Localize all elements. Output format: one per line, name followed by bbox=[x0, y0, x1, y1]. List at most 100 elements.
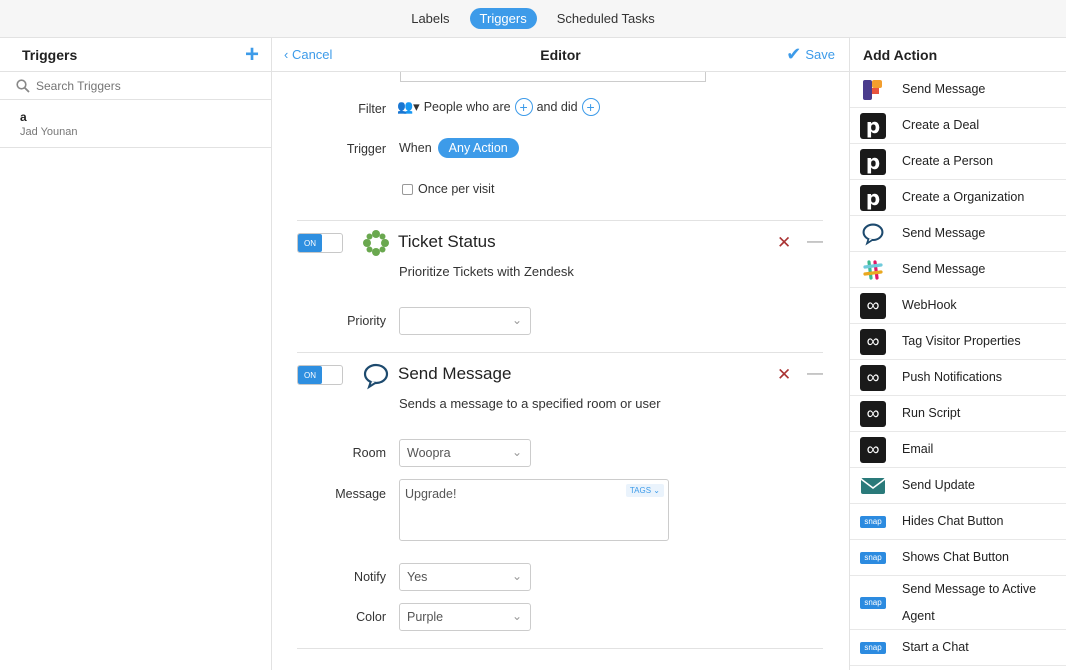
woopra-icon: ∞ bbox=[860, 328, 886, 355]
send-message-title: Send Message bbox=[398, 364, 512, 383]
action-item[interactable]: ∞ Email bbox=[850, 432, 1066, 468]
add-action-title: Add Action bbox=[863, 46, 938, 63]
room-select[interactable]: Woopra ⌄ bbox=[399, 439, 531, 467]
notify-select[interactable]: Yes ⌄ bbox=[399, 563, 531, 591]
action-label: Email bbox=[902, 442, 934, 456]
add-property-filter-button[interactable]: + bbox=[514, 98, 533, 116]
action-item[interactable]: Send Update bbox=[850, 468, 1066, 504]
search-icon bbox=[16, 78, 30, 93]
snap-icon: snap bbox=[860, 551, 886, 564]
room-value: Woopra bbox=[407, 446, 451, 460]
color-select[interactable]: Purple ⌄ bbox=[399, 603, 531, 631]
save-button[interactable]: ✔ Save bbox=[786, 44, 835, 65]
search-bar bbox=[0, 72, 271, 100]
message-label: Message bbox=[335, 487, 386, 501]
editor-header: ‹ Cancel Editor ✔ Save bbox=[272, 38, 849, 72]
cancel-label: Cancel bbox=[291, 47, 333, 62]
pipedrive-icon: p bbox=[860, 112, 886, 139]
tags-label: TAGS bbox=[629, 486, 652, 495]
people-who-are-text: People who are bbox=[423, 100, 511, 114]
once-per-visit-row: Once per visit bbox=[402, 182, 494, 196]
action-item[interactable]: Send Message bbox=[850, 72, 1066, 108]
remove-send-message-button[interactable]: ✕ bbox=[777, 365, 791, 385]
tab-labels[interactable]: Labels bbox=[401, 8, 459, 29]
collapse-ticket-status-button[interactable]: — bbox=[807, 233, 823, 251]
once-per-visit-label: Once per visit bbox=[418, 182, 495, 196]
add-action-filter-button[interactable]: + bbox=[581, 98, 600, 116]
tags-button[interactable]: TAGS ⌄ bbox=[625, 484, 664, 497]
woopra-icon: ∞ bbox=[860, 292, 886, 319]
description-textarea[interactable] bbox=[400, 72, 706, 82]
action-item[interactable]: p Create a Person bbox=[850, 144, 1066, 180]
slack-icon bbox=[860, 257, 886, 283]
ticket-status-toggle[interactable]: ON bbox=[297, 233, 343, 253]
action-label: Send Message bbox=[902, 262, 986, 276]
triggers-panel: Triggers + a Jad Younan bbox=[0, 38, 272, 670]
action-label: Shows Chat Button bbox=[902, 550, 1010, 564]
once-per-visit-checkbox[interactable] bbox=[402, 183, 413, 195]
notify-value: Yes bbox=[407, 570, 428, 584]
priority-select[interactable]: ⌄ bbox=[399, 307, 531, 335]
snap-icon: snap bbox=[860, 596, 886, 609]
action-item[interactable]: p Create a Organization bbox=[850, 180, 1066, 216]
cancel-button[interactable]: ‹ Cancel bbox=[284, 47, 332, 62]
add-trigger-button[interactable]: + bbox=[245, 42, 259, 67]
notify-label: Notify bbox=[354, 570, 386, 584]
action-label: Run Script bbox=[902, 406, 961, 420]
room-label: Room bbox=[352, 446, 386, 460]
chevron-down-icon: ⌄ bbox=[511, 313, 522, 327]
search-input[interactable] bbox=[36, 78, 256, 93]
send-message-toggle[interactable]: ON bbox=[297, 365, 343, 385]
action-label: Send Message bbox=[902, 82, 986, 96]
collapse-send-message-button[interactable]: — bbox=[807, 365, 823, 383]
action-label: Send Update bbox=[902, 478, 975, 492]
ticket-status-title: Ticket Status bbox=[398, 232, 496, 251]
action-label: Send Message bbox=[902, 226, 986, 240]
action-item[interactable]: ∞ Run Script bbox=[850, 396, 1066, 432]
action-label: Hides Chat Button bbox=[902, 514, 1004, 528]
woopra-icon: ∞ bbox=[860, 436, 886, 463]
trigger-row: When Any Action bbox=[399, 138, 519, 158]
chevron-down-icon: ⌄ bbox=[511, 609, 522, 623]
action-label: Start a Chat bbox=[902, 640, 969, 654]
toggle-on-label: ON bbox=[298, 234, 322, 252]
action-item[interactable]: snap Send Message to Active Agent bbox=[850, 576, 1066, 630]
action-label: Create a Organization bbox=[902, 190, 1025, 204]
tab-scheduled-tasks[interactable]: Scheduled Tasks bbox=[547, 8, 665, 29]
snap-icon: snap bbox=[860, 515, 886, 528]
any-action-pill[interactable]: Any Action bbox=[437, 138, 519, 158]
action-label: Push Notifications bbox=[902, 370, 1003, 384]
priority-label: Priority bbox=[347, 314, 386, 328]
action-item[interactable]: snap Shows Chat Button bbox=[850, 540, 1066, 576]
message-value: Upgrade! bbox=[405, 487, 457, 501]
divider bbox=[297, 648, 823, 649]
action-item[interactable]: Send Message bbox=[850, 252, 1066, 288]
pipedrive-icon: p bbox=[860, 148, 886, 175]
remove-ticket-status-button[interactable]: ✕ bbox=[777, 233, 791, 253]
hipchat-icon bbox=[362, 362, 390, 393]
action-item[interactable]: snap Start a Chat bbox=[850, 630, 1066, 666]
action-label: WebHook bbox=[902, 298, 957, 312]
chevron-down-icon: ⌄ bbox=[511, 445, 522, 459]
triggers-title: Triggers bbox=[22, 46, 78, 63]
action-item[interactable]: ∞ WebHook bbox=[850, 288, 1066, 324]
trigger-name: a bbox=[20, 110, 27, 124]
check-icon: ✔ bbox=[786, 44, 802, 64]
fullstory-icon bbox=[860, 77, 886, 103]
action-item[interactable]: Send Message bbox=[850, 216, 1066, 252]
tab-triggers[interactable]: Triggers bbox=[469, 8, 537, 29]
color-label: Color bbox=[356, 610, 386, 624]
action-item[interactable]: ∞ Tag Visitor Properties bbox=[850, 324, 1066, 360]
trigger-list-item[interactable]: a Jad Younan bbox=[0, 100, 271, 148]
action-item[interactable]: ∞ Push Notifications bbox=[850, 360, 1066, 396]
people-icon[interactable]: 👥▾ bbox=[397, 99, 420, 115]
hipchat-icon bbox=[860, 221, 886, 247]
snap-icon: snap bbox=[860, 641, 886, 654]
woopra-icon: ∞ bbox=[860, 400, 886, 427]
divider bbox=[297, 220, 823, 221]
message-textarea[interactable]: Upgrade! TAGS ⌄ bbox=[399, 479, 669, 541]
action-item[interactable]: p Create a Deal bbox=[850, 108, 1066, 144]
action-item[interactable]: snap Hides Chat Button bbox=[850, 504, 1066, 540]
action-label: Tag Visitor Properties bbox=[902, 334, 1021, 348]
chevron-down-icon: ⌄ bbox=[511, 569, 522, 583]
